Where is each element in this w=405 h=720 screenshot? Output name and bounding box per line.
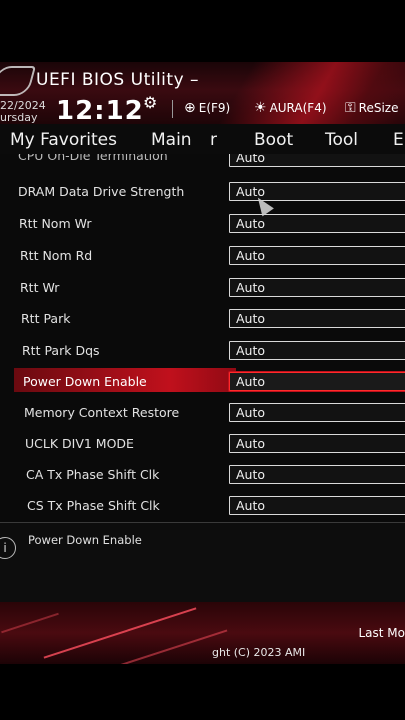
info-icon: i [0,537,16,559]
help-text: Power Down Enable [28,533,142,547]
setting-value[interactable]: Auto [229,372,405,391]
setting-row[interactable]: Rtt Park Dqs Auto [0,337,405,368]
aura-label: AURA(F4) [269,101,327,115]
resize-label: ReSize [358,101,399,115]
setting-label: CS Tx Phase Shift Clk [27,498,160,513]
language-button[interactable]: ⊕ E(F9) [184,100,230,116]
resize-icon: ⚿ [345,100,356,116]
setting-label: Rtt Wr [20,280,60,295]
footer-bar: Last Mo ght (C) 2023 AMI [0,602,405,664]
setting-label: CA Tx Phase Shift Clk [26,467,160,482]
header-bar: UEFI BIOS Utility – 22/2024 ursday 12:12… [0,62,405,124]
date-display: 22/2024 ursday [0,100,46,124]
tab-boot[interactable]: Boot [254,130,293,150]
tab-main[interactable]: Main [151,130,192,150]
language-label: E(F9) [198,101,231,115]
tab-my-favorites[interactable]: My Favorites [10,130,117,150]
setting-label: Rtt Park Dqs [22,343,100,358]
divider [172,100,173,118]
setting-value[interactable]: Auto [229,434,405,453]
setting-label: UCLK DIV1 MODE [25,436,134,451]
setting-label: CPU On-Die Termination [18,154,168,163]
setting-row[interactable]: UCLK DIV1 MODE Auto [0,430,405,461]
setting-row[interactable]: Memory Context Restore Auto [0,399,405,430]
rog-logo-icon [0,66,37,96]
setting-value[interactable]: Auto [229,246,405,265]
setting-value[interactable]: Auto [229,309,405,328]
weekday-text: ursday [0,111,38,124]
setting-row[interactable]: Rtt Park Auto [0,305,405,336]
setting-row[interactable]: DRAM Data Drive Strength Auto [0,178,405,209]
setting-row-selected[interactable]: Power Down Enable Auto [0,368,405,399]
setting-label: DRAM Data Drive Strength [18,184,185,199]
resize-button[interactable]: ⚿ ReSize [345,100,398,116]
setting-value[interactable]: Auto [229,465,405,484]
copyright-text: ght (C) 2023 AMI [212,646,306,659]
last-modified-button[interactable]: Last Mo [358,626,405,640]
setting-value[interactable]: Auto [229,403,405,422]
setting-row[interactable]: Rtt Nom Wr Auto [0,210,405,241]
setting-value[interactable]: Auto [229,214,405,233]
decorative-streak [43,607,197,659]
globe-icon: ⊕ [184,100,196,116]
help-info-bar: i Power Down Enable [0,522,405,603]
aura-icon: ☀ [254,100,267,116]
clock: 12:12 [56,96,144,124]
tab-ai-tweaker[interactable]: r [210,130,217,150]
setting-row[interactable]: Rtt Nom Rd Auto [0,242,405,273]
decorative-streak [112,629,228,664]
setting-value[interactable]: Auto [229,154,405,167]
tab-tool[interactable]: Tool [325,130,358,150]
tab-exit[interactable]: E [393,130,404,150]
setting-label: Memory Context Restore [24,405,180,420]
setting-label: Rtt Park [21,311,71,326]
setting-label: Rtt Nom Wr [19,216,92,231]
aura-button[interactable]: ☀ AURA(F4) [254,100,327,116]
setting-row[interactable]: CS Tx Phase Shift Clk Auto [0,492,405,522]
setting-label: Power Down Enable [23,374,147,389]
tab-bar: My Favorites Main r Boot Tool E [0,124,405,155]
app-title: UEFI BIOS Utility – [36,70,200,90]
settings-list: CPU On-Die Termination Auto DRAM Data Dr… [0,154,405,522]
gear-icon[interactable]: ⚙ [143,93,157,112]
setting-value[interactable]: Auto [229,278,405,297]
setting-value[interactable]: Auto [229,341,405,360]
setting-row[interactable]: Rtt Wr Auto [0,274,405,305]
setting-row[interactable]: CA Tx Phase Shift Clk Auto [0,461,405,492]
setting-value[interactable]: Auto [229,496,405,515]
decorative-streak [1,612,59,634]
setting-label: Rtt Nom Rd [20,248,93,263]
